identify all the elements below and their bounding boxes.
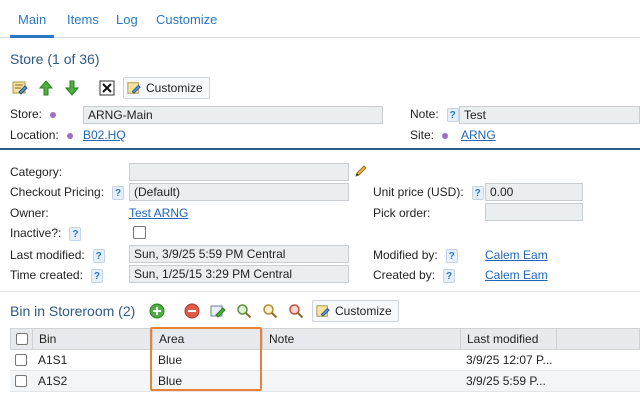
pencil-icon[interactable] [354, 164, 368, 181]
time-created-label: Time created:? [10, 268, 103, 283]
bin-section-title: Bin in Storeroom (2) [10, 303, 136, 319]
tab-main[interactable]: Main [10, 0, 55, 38]
toolbar-separator [90, 79, 91, 97]
edit-bin-icon[interactable] [208, 301, 228, 321]
inactive-label: Inactive?:? [10, 226, 82, 241]
column-header-bin[interactable]: Bin [33, 329, 153, 349]
customize-button[interactable]: Customize [123, 77, 210, 99]
help-icon[interactable]: ? [445, 248, 458, 263]
bin-grid-header: Bin Area Note Last modified [10, 328, 640, 350]
move-up-icon[interactable] [36, 78, 56, 98]
select-all-cell [11, 329, 33, 349]
help-icon[interactable]: ? [92, 248, 105, 263]
clear-search-icon[interactable] [286, 301, 306, 321]
last-modified-label: Last modified:? [10, 248, 105, 263]
checkout-pricing-label: Checkout Pricing:? [10, 185, 125, 200]
last-modified-cell: 3/9/25 5:59 P... [466, 374, 546, 388]
required-dot-icon [442, 132, 449, 139]
pick-order-label: Pick order: [373, 206, 431, 220]
site-link[interactable]: ARNG [461, 128, 496, 142]
location-label: Location: [10, 128, 73, 142]
delete-icon[interactable] [97, 78, 117, 98]
inactive-checkbox[interactable] [133, 226, 146, 239]
search-icon[interactable] [234, 301, 254, 321]
zoom-icon[interactable] [260, 301, 280, 321]
unit-price-label: Unit price (USD):? [373, 185, 484, 200]
required-dot-icon [50, 111, 57, 118]
category-label: Category: [10, 165, 63, 179]
table-row[interactable]: A1S1 Blue 3/9/25 12:07 P... [10, 350, 640, 371]
help-icon[interactable]: ? [446, 107, 459, 122]
tab-customize[interactable]: Customize [148, 0, 225, 38]
edit-record-icon[interactable] [10, 78, 30, 98]
modified-by-link[interactable]: Calem Eam [485, 248, 548, 262]
location-link[interactable]: B02.HQ [83, 128, 126, 142]
note-cell [262, 350, 268, 370]
unit-price-field[interactable]: 0.00 [485, 183, 583, 201]
column-header-last-modified[interactable]: Last modified [461, 329, 557, 349]
bin-cell: A1S2 [38, 374, 68, 388]
row-checkbox[interactable] [15, 375, 27, 387]
note-cell [262, 371, 268, 391]
add-icon[interactable] [147, 301, 167, 321]
owner-link[interactable]: Test ARNG [129, 206, 188, 220]
section-divider [0, 291, 640, 292]
created-by-link[interactable]: Calem Eam [485, 268, 548, 282]
tab-bar: Main Items Log Customize [0, 0, 640, 38]
pick-order-field[interactable] [485, 203, 583, 221]
store-toolbar: Customize [10, 77, 210, 99]
site-label: Site: [410, 128, 449, 142]
created-by-label: Created by:? [373, 268, 456, 283]
help-icon[interactable]: ? [90, 268, 103, 283]
note-field[interactable]: Test [459, 106, 640, 124]
store-label: Store: [10, 107, 57, 121]
customize-label: Customize [146, 81, 203, 95]
customize-icon [127, 82, 141, 94]
select-all-checkbox[interactable] [16, 333, 28, 345]
remove-icon[interactable] [182, 301, 202, 321]
customize-label: Customize [335, 304, 392, 318]
owner-label: Owner: [10, 206, 49, 220]
checkout-pricing-field[interactable]: (Default) [129, 183, 349, 201]
category-field[interactable] [129, 163, 349, 181]
bin-toolbar: Customize [147, 300, 399, 322]
help-icon[interactable]: ? [69, 226, 82, 241]
last-modified-field[interactable]: Sun, 3/9/25 5:59 PM Central [129, 245, 349, 263]
help-icon[interactable]: ? [471, 185, 484, 200]
tab-items[interactable]: Items [59, 0, 107, 38]
required-dot-icon [66, 132, 73, 139]
area-column-highlight [150, 327, 262, 391]
note-label: Note:? [410, 107, 459, 122]
row-checkbox[interactable] [15, 354, 27, 366]
last-modified-cell: 3/9/25 12:07 P... [466, 353, 553, 367]
column-header-note[interactable]: Note [263, 329, 461, 349]
table-row[interactable]: A1S2 Blue 3/9/25 5:59 P... [10, 371, 640, 392]
section-divider [0, 148, 640, 150]
modified-by-label: Modified by:? [373, 248, 458, 263]
store-field[interactable]: ARNG-Main [83, 106, 383, 124]
time-created-field[interactable]: Sun, 1/25/15 3:29 PM Central [129, 265, 349, 283]
bin-customize-button[interactable]: Customize [312, 300, 399, 322]
help-icon[interactable]: ? [443, 268, 456, 283]
help-icon[interactable]: ? [112, 185, 125, 200]
move-down-icon[interactable] [62, 78, 82, 98]
tab-log[interactable]: Log [108, 0, 146, 38]
customize-icon [316, 305, 330, 317]
toolbar-separator [175, 302, 176, 320]
bin-cell: A1S1 [38, 353, 68, 367]
store-section-title: Store (1 of 36) [10, 51, 100, 67]
